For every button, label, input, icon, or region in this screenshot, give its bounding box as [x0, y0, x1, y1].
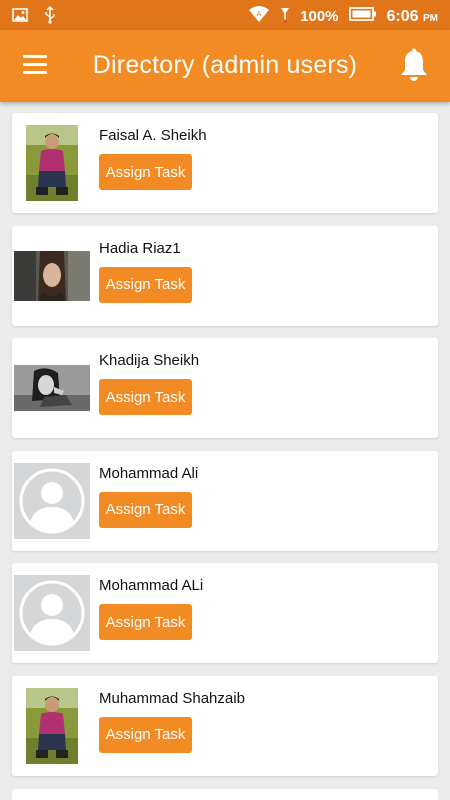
svg-text:x: x: [283, 18, 287, 23]
usb-icon: [44, 5, 56, 29]
notification-bell-icon[interactable]: [398, 48, 430, 82]
assign-task-button[interactable]: Assign Task: [99, 154, 192, 190]
list-item: Faisal A. Sheikh Assign Task: [12, 113, 438, 213]
user-name: Mohammad ALi: [99, 577, 204, 594]
assign-task-button[interactable]: Assign Task: [99, 379, 192, 415]
avatar: [14, 238, 90, 314]
battery-icon: [348, 6, 377, 27]
user-name: Khadija Sheikh: [99, 352, 200, 369]
assign-task-button[interactable]: Assign Task: [99, 266, 192, 303]
user-name: Faisal A. Sheikh: [99, 127, 207, 144]
signal-icon: x: [280, 5, 290, 28]
clock: 6:06 PM: [387, 8, 438, 26]
list-item-partial: [12, 789, 438, 800]
list-item: Muhammad Shahzaib Assign Task: [12, 675, 438, 776]
clock-time: 6:06: [386, 7, 419, 25]
assign-task-button[interactable]: Assign Task: [99, 491, 192, 528]
gallery-icon: [12, 8, 28, 27]
list-item: Mohammad Ali Assign Task: [12, 450, 438, 551]
svg-text:A: A: [257, 10, 262, 18]
user-name: Mohammad Ali: [99, 464, 199, 482]
default-avatar-icon: [14, 462, 90, 539]
app-bar: Directory (admin users): [0, 30, 450, 102]
clock-ampm: PM: [423, 12, 438, 24]
wifi-icon: A: [248, 5, 270, 28]
avatar: [14, 687, 90, 764]
assign-task-button[interactable]: Assign Task: [99, 604, 192, 640]
battery-percent: 100%: [300, 8, 339, 25]
avatar: [14, 350, 90, 426]
user-name: Muhammad Shahzaib: [99, 689, 245, 707]
avatar: [14, 125, 90, 201]
default-avatar-icon: [14, 575, 90, 651]
list-item: Hadia Riaz1 Assign Task: [12, 225, 438, 326]
list-item: Mohammad ALi Assign Task: [12, 563, 438, 663]
assign-task-button[interactable]: Assign Task: [99, 716, 192, 753]
user-name: Hadia Riaz1: [99, 239, 181, 257]
user-list: Faisal A. Sheikh Assign Task Hadia Riaz1…: [12, 113, 438, 788]
list-item: Khadija Sheikh Assign Task: [12, 338, 438, 438]
page-title: Directory (admin users): [92, 51, 358, 79]
status-bar: A x 100% 6:06 PM: [0, 0, 450, 30]
